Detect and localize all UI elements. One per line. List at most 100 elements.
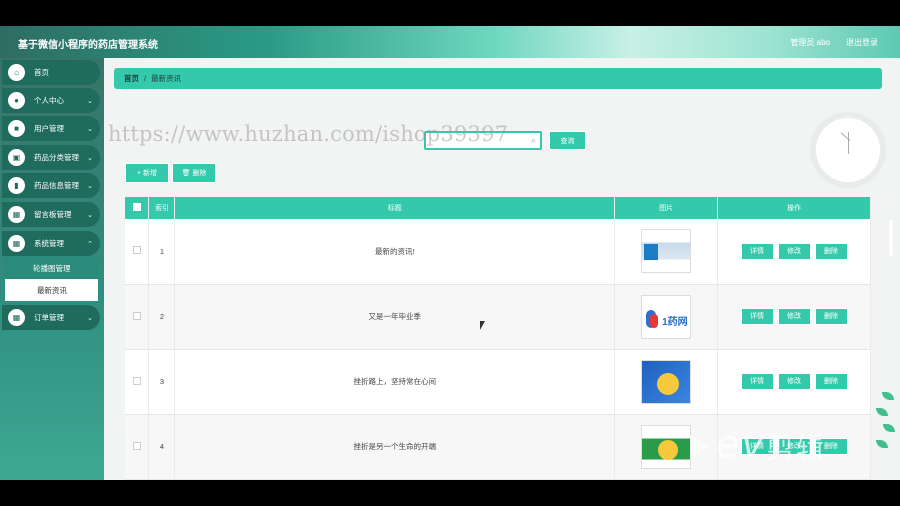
ev-editor-watermark: ev剪辑 [690,422,826,466]
sidebar-item-label: 药品信息管理 [34,181,79,190]
current-user: 管理员 abo [790,38,830,47]
home-icon: ⌂ [8,64,25,81]
table-row: 3 挫折路上，坚持常在心间 详情 修改 删除 [125,349,871,415]
row-select-cell[interactable] [125,414,150,480]
row-index: 4 [148,414,176,480]
sidebar-item-profile[interactable]: ● 个人中心 ⌄ [2,88,100,113]
row-delete-button[interactable]: 删除 [814,242,848,260]
sidebar-item-users[interactable]: ■ 用户管理 ⌄ [2,116,100,141]
chevron-down-icon: ⌄ [87,314,93,322]
detail-button[interactable]: 详情 [740,373,774,390]
chevron-down-icon: ⌄ [87,125,93,133]
main-content: 首页 / 最新资讯 ⌕ 查询 https://www.huzhan.com/is… [104,58,900,480]
row-title: 挫折路上，坚持常在心间 [174,349,616,415]
row-select-cell[interactable] [125,284,150,350]
sidebar-item-label: 用户管理 [34,124,64,133]
row-checkbox[interactable] [132,246,141,255]
sidebar-item-message-board[interactable]: ▦ 留言板管理 ⌄ [2,202,100,227]
news-thumbnail [641,424,692,469]
sidebar-subitem-carousel[interactable]: 轮播图管理 [5,257,98,279]
delete-button[interactable]: 🗑 删除 [172,163,216,183]
row-actions: 详情 修改 删除 [717,349,871,415]
detail-button[interactable]: 详情 [740,242,774,260]
news-thumbnail [641,229,692,274]
chevron-down-icon: ⌄ [87,154,93,162]
edit-button[interactable]: 修改 [777,308,811,325]
column-header-actions: 操作 [717,197,871,219]
row-title: 挫折是另一个生命的开端 [174,414,616,480]
app-title: 基于微信小程序的药店管理系统 [18,40,158,51]
grid-icon: ▦ [8,235,25,252]
edit-button[interactable]: 修改 [777,242,811,260]
leaf-shape [883,424,895,432]
detail-button[interactable]: 详情 [740,308,774,325]
ev-logo-text: ev [716,422,766,466]
chart-icon: ▮ [8,177,25,194]
table-header-row: 索引 标题 图片 操作 [125,197,871,219]
clock-decoration [812,114,884,186]
app-frame: 基于微信小程序的药店管理系统 管理员 abo 退出登录 ⌂ 首页 ● 个人中心 … [0,26,900,480]
ev-logo-chinese: 剪辑 [765,431,826,464]
row-checkbox[interactable] [132,311,141,320]
plant-decoration [874,388,896,478]
row-index: 2 [148,284,176,350]
row-image-cell [614,219,719,285]
column-header-image: 图片 [614,197,719,219]
sidebar-item-label: 首页 [34,68,49,77]
leaf-shape [882,392,894,400]
row-image-cell [614,349,719,415]
sidebar-item-label: 留言板管理 [34,210,72,219]
leaf-shape [876,408,888,416]
add-button[interactable]: + 新增 [125,163,169,183]
top-bar: 基于微信小程序的药店管理系统 管理员 abo 退出登录 [0,26,900,58]
user-icon: ● [8,92,25,109]
chevron-down-icon: ⌄ [87,97,93,105]
chevron-down-icon: ⌄ [87,182,93,190]
row-index: 3 [148,349,176,415]
logout-link[interactable]: 退出登录 [846,37,878,48]
row-checkbox[interactable] [132,441,141,450]
row-title: 最新的资讯! [174,219,616,285]
sidebar-item-label: 个人中心 [34,96,64,105]
select-all-header[interactable] [125,197,150,219]
news-thumbnail: 1药网 [641,294,692,339]
breadcrumb-home[interactable]: 首页 [124,73,139,84]
breadcrumb: 首页 / 最新资讯 [114,68,882,89]
row-title: 又是一年毕业季 [174,284,616,350]
column-header-title: 标题 [174,197,616,219]
sidebar-item-system[interactable]: ▦ 系统管理 ⌃ [2,231,100,256]
sidebar-item-label: 系统管理 [34,239,64,248]
url-watermark: https://www.huzhan.com/ishop39397 [108,122,509,146]
row-actions: 详情 修改 删除 [717,284,871,350]
play-icon [690,434,708,459]
row-checkbox[interactable] [132,376,141,385]
pill-icon [650,313,659,328]
sidebar-item-drug-category[interactable]: ▣ 药品分类管理 ⌄ [2,145,100,170]
chevron-up-icon: ⌃ [87,240,93,248]
sidebar-item-label: 药品分类管理 [34,153,79,162]
users-icon: ■ [8,120,25,137]
grid-icon: ▦ [8,206,25,223]
table-row: 1 最新的资讯! 详情 修改 删除 [125,219,871,285]
sidebar-item-orders[interactable]: ▦ 订单管理 ⌄ [2,305,100,330]
breadcrumb-separator: / [144,74,147,83]
sidebar-item-drug-info[interactable]: ▮ 药品信息管理 ⌄ [2,173,100,198]
news-thumbnail [641,359,692,404]
sidebar-item-home[interactable]: ⌂ 首页 [2,60,100,85]
breadcrumb-current: 最新资讯 [151,74,182,83]
column-header-index: 索引 [148,197,176,219]
scrollbar-thumb[interactable] [889,220,893,256]
row-image-cell: 1药网 [614,284,719,350]
select-all-checkbox[interactable] [132,203,141,211]
leaf-shape [876,440,888,448]
edit-button[interactable]: 修改 [777,373,811,390]
sidebar-subitem-news[interactable]: 最新资讯 [5,279,98,301]
category-icon: ▣ [8,149,25,166]
clock-hand [848,132,849,154]
row-delete-button[interactable]: 删除 [814,308,848,325]
row-select-cell[interactable] [125,349,150,415]
grid-icon: ▦ [8,309,25,326]
row-select-cell[interactable] [125,219,150,285]
row-delete-button[interactable]: 删除 [814,373,848,390]
row-actions: 详情 修改 删除 [717,219,871,285]
